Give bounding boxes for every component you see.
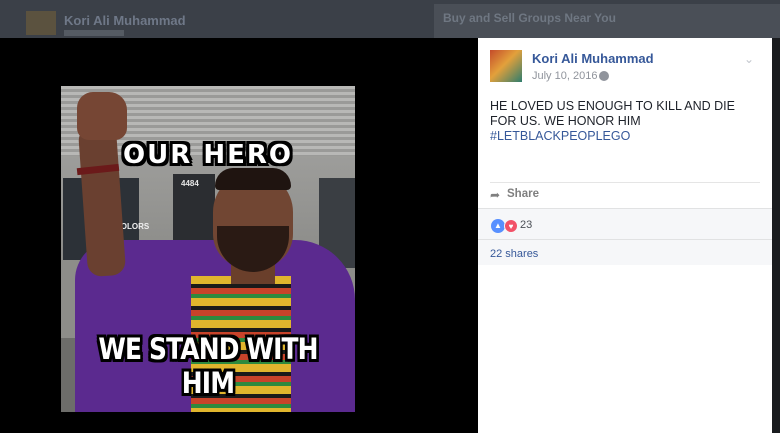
divider: [490, 182, 760, 183]
author-name[interactable]: Kori Ali Muhammad: [532, 51, 654, 66]
share-arrow-icon[interactable]: ➦: [490, 188, 500, 202]
photo-hair: [215, 168, 291, 190]
shares-count[interactable]: 22 shares: [490, 248, 538, 260]
post-text: HE LOVED US ENOUGH TO KILL AND DIE FOR U…: [490, 99, 735, 128]
background-subtitle: [64, 30, 124, 36]
photo-door-number: 4484: [181, 179, 199, 188]
author-avatar[interactable]: [490, 50, 522, 82]
divider: [478, 239, 772, 240]
post-hashtag[interactable]: #LETBLACKPEOPLEGO: [490, 129, 630, 143]
post-panel: Kori Ali Muhammad July 10, 2016 · ⌄ HE L…: [478, 38, 772, 433]
reaction-count[interactable]: 23: [520, 219, 532, 231]
background-profile-thumb: [26, 11, 56, 35]
meme-top-caption: OUR HERO: [123, 140, 293, 170]
share-label: Share: [507, 188, 539, 200]
chevron-down-icon[interactable]: ⌄: [744, 52, 754, 66]
meme-bottom-caption: WE STAND WITH HIM: [98, 332, 318, 400]
globe-icon: [599, 71, 609, 81]
background-ad-heading: Buy and Sell Groups Near You: [443, 11, 616, 25]
theater-right-edge: [772, 38, 780, 433]
reactions-section: ▲ ♥ 23 22 shares: [478, 208, 772, 265]
like-icon[interactable]: ▲: [491, 219, 505, 233]
photo-fist: [77, 92, 127, 140]
love-icon[interactable]: ♥: [504, 219, 518, 233]
post-photo[interactable]: 4484 COLORS OUR HERO WE STAND WITH HIM: [61, 86, 355, 412]
post-date[interactable]: July 10, 2016 ·: [532, 70, 604, 82]
share-button[interactable]: Share: [507, 188, 539, 200]
background-page-title: Kori Ali Muhammad: [64, 13, 186, 28]
